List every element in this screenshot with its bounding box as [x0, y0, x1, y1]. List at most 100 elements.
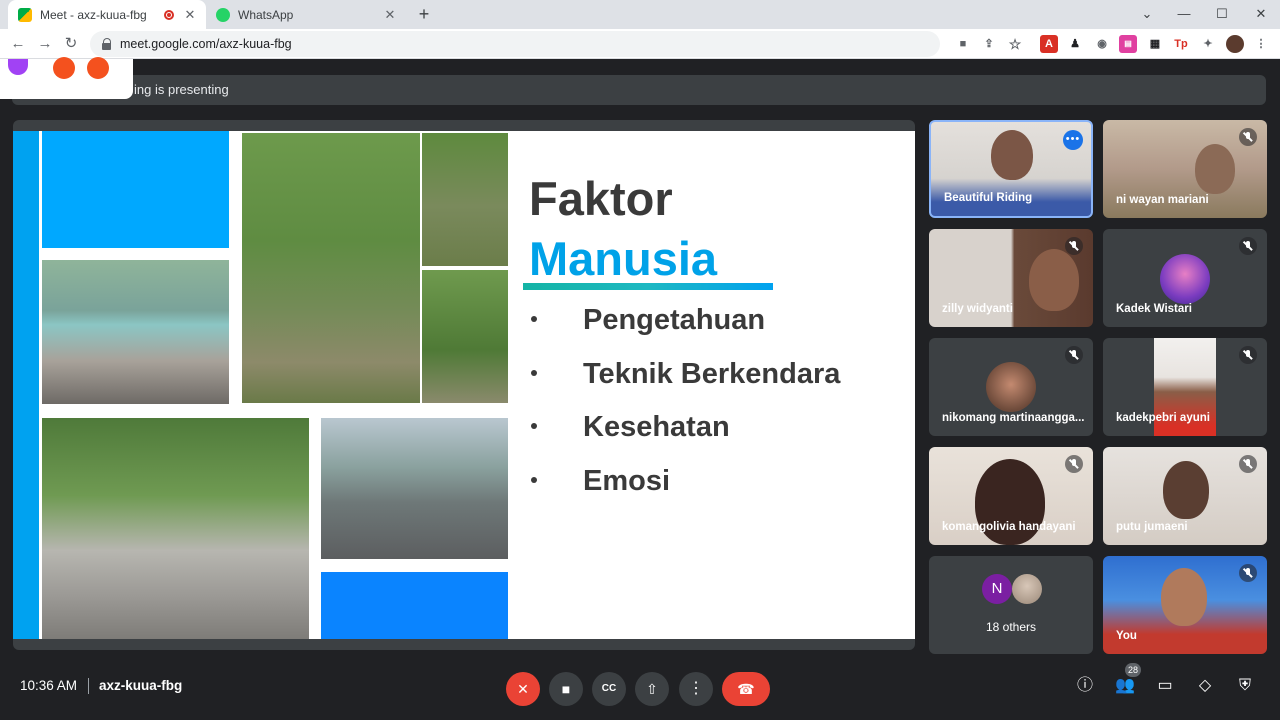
profile-avatar[interactable]	[1226, 35, 1244, 53]
close-window-button[interactable]: ✕	[1250, 4, 1272, 24]
record-extension-icon[interactable]: ◉	[1093, 35, 1111, 53]
new-tab-button[interactable]: +	[414, 4, 434, 24]
others-tile[interactable]: N 18 others	[929, 556, 1093, 654]
captions-icon: CC	[601, 683, 617, 694]
more-options-button[interactable]: •••	[1063, 130, 1083, 150]
more-vert-icon: ⋮	[688, 680, 704, 697]
share-icon[interactable]: ⇪	[980, 35, 998, 53]
bullet-dot-icon	[531, 370, 537, 377]
participant-name: putu jumaeni	[1116, 521, 1188, 533]
participant-tile[interactable]: kadekpebri ayuni	[1103, 338, 1267, 436]
shield-lock-icon: ⛨	[1238, 677, 1251, 694]
new-extension-icon[interactable]: ▤	[1119, 35, 1137, 53]
tp-extension-icon[interactable]: Tp	[1172, 35, 1190, 53]
people-icon: 👥	[1115, 677, 1135, 694]
participant-name: Beautiful Riding	[944, 192, 1033, 204]
meeting-code: axz-kuua-fbg	[99, 678, 183, 693]
back-button[interactable]: ←	[8, 34, 28, 54]
slide-photo-mud1	[422, 133, 508, 266]
lock-icon	[102, 38, 112, 50]
slide-photo-students	[42, 418, 309, 639]
slide-blue-block	[42, 131, 229, 248]
participant-avatar	[1160, 254, 1210, 304]
slide-title-line2: Manusia	[529, 232, 718, 285]
mic-toggle-button[interactable]: ✕	[506, 672, 540, 706]
participant-tile[interactable]: ni wayan mariani	[1103, 120, 1267, 218]
mic-off-icon	[1065, 455, 1083, 473]
meet-favicon-icon	[18, 7, 32, 22]
participant-tile[interactable]: putu jumaeni	[1103, 447, 1267, 545]
participant-name: You	[1116, 630, 1137, 642]
chat-button[interactable]: ▭	[1153, 674, 1177, 698]
bullet-text: Emosi	[583, 465, 671, 497]
extension-icon[interactable]: ♟	[1066, 35, 1084, 53]
more-options-button[interactable]: ⋮	[679, 672, 713, 706]
present-screen-icon: ⇧	[646, 681, 658, 697]
presentation-slide: Faktor Manusia Pengetahuan Teknik Berken…	[13, 120, 915, 650]
chrome-menu-icon[interactable]: ⋮	[1252, 35, 1270, 53]
leave-call-button[interactable]: ☎	[722, 672, 770, 706]
chat-icon: ▭	[1157, 677, 1173, 694]
mic-off-icon	[1065, 346, 1083, 364]
slide-bullet: Kesehatan	[531, 411, 730, 444]
participant-tile[interactable]: Kadek Wistari	[1103, 229, 1267, 327]
present-button[interactable]: ⇧	[635, 672, 669, 706]
bullet-text: Teknik Berkendara	[583, 358, 841, 390]
participant-name: nikomang martinaangga...	[942, 412, 1085, 424]
activities-icon: ◇	[1198, 677, 1212, 694]
slide-left-accent	[13, 131, 39, 639]
people-button[interactable]: 👥	[1113, 674, 1137, 698]
pdf-extension-icon[interactable]: A	[1040, 35, 1058, 53]
browser-tab-bar: Meet - axz-kuua-fbg ✕ WhatsApp ✕ + ⌄ — ☐…	[0, 0, 1280, 29]
end-call-icon: ☎	[737, 681, 755, 697]
captions-button[interactable]: CC	[592, 672, 626, 706]
bullet-text: Pengetahuan	[583, 304, 766, 336]
whatsapp-favicon-icon	[216, 7, 230, 22]
participant-avatar	[1012, 574, 1042, 604]
host-controls-button[interactable]: ⛨	[1233, 674, 1257, 698]
mic-off-icon	[1239, 237, 1257, 255]
address-bar[interactable]: meet.google.com/axz-kuua-fbg	[90, 31, 940, 57]
slide-photo-mud2	[422, 270, 508, 403]
star-extension-icon[interactable]	[87, 57, 109, 79]
close-tab-icon[interactable]: ✕	[382, 7, 398, 23]
forward-button[interactable]: →	[35, 34, 55, 54]
bullet-text: Kesehatan	[583, 411, 730, 443]
participant-tile[interactable]: zilly widyanti	[929, 229, 1093, 327]
slide-bullet: Teknik Berkendara	[531, 358, 840, 391]
participant-tile[interactable]: nikomang martinaangga...	[929, 338, 1093, 436]
reload-button[interactable]: ↻	[61, 34, 81, 54]
slide-bullet: Emosi	[531, 465, 670, 498]
camera-toggle-button[interactable]: ■	[549, 672, 583, 706]
meeting-details-button[interactable]: ⓘ	[1073, 674, 1097, 698]
minimize-button[interactable]: —	[1173, 4, 1195, 24]
grid-extension-icon[interactable]: ▦	[1146, 35, 1164, 53]
participant-name: kadekpebri ayuni	[1116, 412, 1210, 424]
info-icon: ⓘ	[1076, 677, 1093, 694]
mic-off-icon	[1239, 346, 1257, 364]
mic-off-icon	[1239, 455, 1257, 473]
tab-search-button[interactable]: ⌄	[1136, 4, 1158, 24]
participant-tile[interactable]: komangolivia handayani	[929, 447, 1093, 545]
presenting-banner: ing is presenting	[12, 75, 1266, 105]
bookmark-star-icon[interactable]: ☆	[1006, 35, 1024, 53]
activities-button[interactable]: ◇	[1193, 674, 1217, 698]
bullet-dot-icon	[531, 477, 537, 484]
participant-video	[1163, 461, 1209, 519]
slide-blue-block-bottom	[321, 572, 508, 639]
participant-tile[interactable]: ••• Beautiful Riding	[929, 120, 1093, 218]
mic-off-icon	[1239, 128, 1257, 146]
drive-icon[interactable]	[53, 57, 75, 79]
title-underline	[523, 283, 773, 290]
meeting-time: 10:36 AM	[20, 678, 78, 693]
extension-purple-icon[interactable]	[8, 59, 28, 75]
puzzle-extensions-icon[interactable]: ✦	[1199, 35, 1217, 53]
camera-icon[interactable]: ■	[954, 35, 972, 53]
maximize-button[interactable]: ☐	[1211, 4, 1233, 24]
camera-icon: ■	[561, 681, 571, 697]
self-tile[interactable]: You	[1103, 556, 1267, 654]
participant-video	[1195, 144, 1235, 194]
close-tab-icon[interactable]: ✕	[182, 7, 198, 23]
tab-whatsapp[interactable]: WhatsApp ✕	[206, 0, 406, 29]
tab-meet[interactable]: Meet - axz-kuua-fbg ✕	[8, 0, 206, 29]
